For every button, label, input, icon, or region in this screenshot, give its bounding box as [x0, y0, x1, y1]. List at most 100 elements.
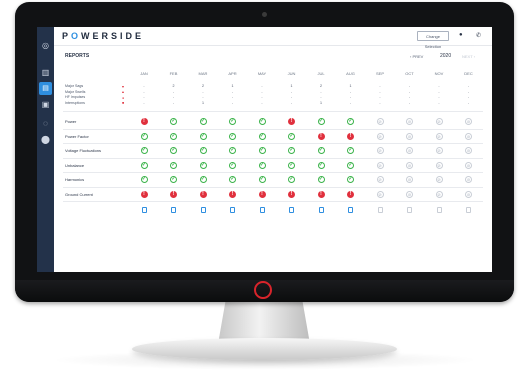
- alert-circle-icon[interactable]: !: [229, 190, 236, 198]
- check-circle-icon[interactable]: ✓: [229, 176, 236, 183]
- check-circle-icon[interactable]: ✓: [199, 161, 207, 169]
- check-circle-icon[interactable]: ✓: [258, 118, 266, 125]
- report-document-icon[interactable]: [259, 207, 265, 213]
- unavailable-icon: ⊘: [406, 161, 413, 169]
- check-circle-icon[interactable]: ✓: [317, 147, 325, 154]
- event-count: 2: [202, 84, 204, 88]
- unavailable-icon: ⊘: [376, 176, 384, 183]
- check-circle-icon[interactable]: ✓: [140, 176, 148, 183]
- check-circle-icon[interactable]: ✓: [288, 132, 295, 140]
- check-circle-icon[interactable]: ✓: [140, 132, 148, 140]
- month-header-jul: JUL: [317, 71, 325, 76]
- check-circle-icon[interactable]: ✓: [199, 118, 207, 125]
- check-circle-icon[interactable]: ✓: [170, 118, 177, 125]
- unavailable-icon: ⊘: [406, 132, 413, 140]
- check-circle-icon[interactable]: ✓: [229, 161, 236, 169]
- alert-circle-icon[interactable]: !: [140, 118, 148, 125]
- report-document-icon[interactable]: [348, 207, 353, 213]
- unavailable-icon: ⊘: [435, 176, 443, 183]
- event-count: 2: [172, 84, 175, 88]
- month-header-jun: JUN: [287, 71, 296, 76]
- unavailable-icon: ⊘: [376, 147, 384, 154]
- check-circle-icon[interactable]: ✓: [199, 132, 207, 140]
- event-count: -: [143, 100, 145, 105]
- event-count: -: [408, 100, 411, 105]
- unavailable-icon: ⊘: [435, 118, 443, 125]
- event-count: -: [467, 95, 470, 99]
- report-document-icon: [436, 207, 442, 213]
- event-count: -: [320, 95, 322, 99]
- report-document-icon[interactable]: [200, 207, 206, 213]
- alert-circle-icon[interactable]: !: [140, 190, 148, 198]
- event-count: -: [349, 89, 352, 94]
- event-count: -: [202, 95, 204, 99]
- check-circle-icon[interactable]: ✓: [347, 118, 354, 125]
- check-circle-icon[interactable]: ✓: [170, 176, 177, 183]
- unavailable-icon: ⊘: [465, 118, 472, 125]
- check-circle-icon[interactable]: ✓: [347, 147, 354, 154]
- row-divider: [63, 157, 483, 159]
- event-count: -: [320, 89, 322, 94]
- event-count: 1: [320, 100, 322, 105]
- report-document-icon[interactable]: [230, 207, 235, 213]
- check-circle-icon[interactable]: ✓: [170, 161, 177, 169]
- report-document-icon[interactable]: [318, 207, 324, 213]
- alert-circle-icon[interactable]: !: [317, 132, 325, 140]
- event-count: -: [261, 100, 263, 105]
- check-circle-icon[interactable]: ✓: [170, 147, 177, 154]
- row-divider: [63, 143, 483, 144]
- alert-circle-icon[interactable]: !: [288, 190, 295, 198]
- triangle-up-icon: ▲: [121, 90, 125, 94]
- event-count: -: [408, 95, 411, 99]
- month-header-feb: FEB: [169, 71, 178, 76]
- monitor-stand-base: [132, 338, 397, 360]
- unavailable-icon: ⊘: [376, 190, 384, 198]
- alert-circle-icon[interactable]: !: [258, 190, 266, 198]
- event-count: -: [172, 89, 175, 94]
- row-divider: [63, 186, 483, 188]
- row-label: Power: [65, 119, 77, 124]
- alert-circle-icon[interactable]: !: [317, 190, 325, 198]
- check-circle-icon[interactable]: ✓: [199, 147, 207, 154]
- check-circle-icon[interactable]: ✓: [258, 161, 266, 169]
- event-count: -: [349, 95, 352, 99]
- alert-circle-icon[interactable]: !: [170, 190, 177, 198]
- check-circle-icon[interactable]: ✓: [140, 147, 148, 154]
- check-circle-icon[interactable]: ✓: [140, 161, 148, 169]
- event-count: -: [438, 95, 440, 99]
- check-circle-icon[interactable]: ✓: [288, 161, 295, 169]
- check-circle-icon[interactable]: ✓: [229, 118, 236, 125]
- check-circle-icon[interactable]: ✓: [258, 132, 266, 140]
- check-circle-icon[interactable]: ✓: [170, 132, 177, 140]
- alert-circle-icon[interactable]: !: [347, 190, 354, 198]
- webcam-icon: [262, 12, 267, 17]
- event-count: -: [231, 89, 234, 94]
- check-circle-icon[interactable]: ✓: [317, 161, 325, 169]
- check-circle-icon[interactable]: ✓: [258, 176, 266, 183]
- report-document-icon[interactable]: [141, 207, 147, 213]
- event-count: -: [261, 84, 263, 88]
- check-circle-icon[interactable]: ✓: [288, 147, 295, 154]
- unavailable-icon: ⊘: [465, 132, 472, 140]
- alert-circle-icon[interactable]: !: [347, 132, 354, 140]
- check-circle-icon[interactable]: ✓: [347, 161, 354, 169]
- report-document-icon: [407, 207, 412, 213]
- unavailable-icon: ⊘: [435, 132, 443, 140]
- check-circle-icon[interactable]: ✓: [258, 147, 266, 154]
- event-count: -: [408, 84, 411, 88]
- check-circle-icon[interactable]: ✓: [347, 176, 354, 183]
- check-circle-icon[interactable]: ✓: [229, 132, 236, 140]
- check-circle-icon[interactable]: ✓: [288, 176, 295, 183]
- circle-icon: ●: [121, 95, 125, 100]
- event-count: -: [379, 95, 381, 99]
- alert-circle-icon[interactable]: !: [288, 118, 295, 125]
- unavailable-icon: ⊘: [465, 161, 472, 169]
- report-document-icon[interactable]: [171, 207, 176, 213]
- check-circle-icon[interactable]: ✓: [317, 118, 325, 125]
- report-document-icon[interactable]: [289, 207, 294, 213]
- check-circle-icon[interactable]: ✓: [229, 147, 236, 154]
- alert-circle-icon[interactable]: !: [199, 190, 207, 198]
- check-circle-icon[interactable]: ✓: [199, 176, 207, 183]
- check-circle-icon[interactable]: ✓: [317, 176, 325, 183]
- app-screen: ◎ ▥ ▤ ▣ ◌ ⬤ POWERSIDE Change Selection ●…: [37, 27, 492, 272]
